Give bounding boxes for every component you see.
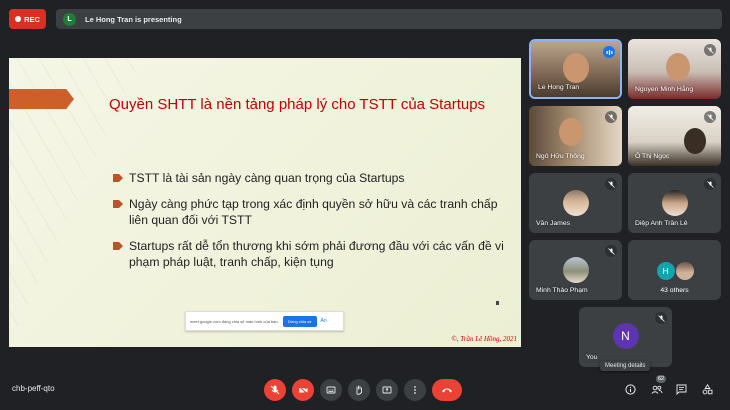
participant-tile[interactable]: Ô Thị Ngọc xyxy=(628,106,721,166)
meeting-details-button[interactable] xyxy=(622,381,639,398)
stop-sharing-button[interactable]: Dừng chia sẻ xyxy=(282,315,317,327)
bullet-arrow-icon xyxy=(113,242,123,250)
more-options-button[interactable] xyxy=(404,379,426,401)
participant-tile[interactable]: Minh Thảo Phạm xyxy=(529,240,622,300)
speaking-indicator-icon xyxy=(603,46,615,58)
mic-off-icon xyxy=(655,312,667,324)
participant-tile[interactable]: Nguyen Minh Hằng xyxy=(628,39,721,99)
captions-button[interactable] xyxy=(320,379,342,401)
self-label: You xyxy=(586,354,598,361)
camera-toggle-button[interactable] xyxy=(292,379,314,401)
others-avatar-photo xyxy=(675,262,694,280)
bullet-text: Ngày càng phức tạp trong xác định quyền … xyxy=(129,197,498,227)
others-avatars: H xyxy=(656,262,694,280)
bullet-text: Startups rất dễ tổn thương khi sớm phải … xyxy=(129,239,504,269)
presenting-banner[interactable]: L Le Hong Tran is presenting xyxy=(56,9,722,29)
presentation-slide: Quyền SHTT là nền tảng pháp lý cho TSTT … xyxy=(9,58,521,347)
people-count-badge: 62 xyxy=(656,375,667,383)
participant-tile[interactable]: Ngô Hữu Thông xyxy=(529,106,622,166)
participant-avatar xyxy=(661,190,688,216)
mic-off-icon xyxy=(605,245,617,257)
slide-bullet: TSTT là tài sản ngày càng quan trọng của… xyxy=(113,170,513,186)
more-vert-icon xyxy=(414,386,416,394)
slide-arrow-shape xyxy=(9,89,74,109)
mic-off-icon xyxy=(704,178,716,190)
mouse-cursor-icon xyxy=(496,301,499,305)
bullet-text: TSTT là tài sản ngày càng quan trọng của… xyxy=(129,171,405,185)
bullet-arrow-icon xyxy=(113,174,123,182)
mic-off-icon xyxy=(270,385,280,395)
others-count-label: 43 others xyxy=(660,287,689,294)
participant-face xyxy=(559,118,583,146)
microphone-toggle-button[interactable] xyxy=(264,379,286,401)
participant-name: Le Hong Tran xyxy=(538,84,580,91)
presenting-text: Le Hong Tran is presenting xyxy=(85,14,182,24)
chat-icon xyxy=(676,384,687,395)
share-bar-text: meet.google.com đang chia sẻ màn hình củ… xyxy=(190,318,279,324)
present-screen-icon xyxy=(382,386,392,394)
leave-call-button[interactable] xyxy=(432,379,462,401)
participant-name: Nguyen Minh Hằng xyxy=(635,86,694,93)
bottom-control-bar: chb-peff-qto xyxy=(0,372,730,410)
participant-name: Văn James xyxy=(536,220,571,227)
slide-bullet-list: TSTT là tài sản ngày càng quan trọng của… xyxy=(113,170,513,280)
activities-button[interactable] xyxy=(699,381,716,398)
slide-bullet: Startups rất dễ tổn thương khi sớm phải … xyxy=(113,238,513,270)
mic-off-icon xyxy=(704,44,716,56)
others-tile[interactable]: H 43 others xyxy=(628,240,721,300)
activities-icon xyxy=(702,384,713,395)
mic-off-icon xyxy=(605,178,617,190)
participant-name: Minh Thảo Phạm xyxy=(536,287,588,294)
mic-off-icon xyxy=(605,111,617,123)
others-avatar-initial: H xyxy=(656,262,675,280)
participant-face xyxy=(666,53,690,81)
hand-icon xyxy=(356,385,362,395)
participant-avatar xyxy=(562,257,589,283)
people-button[interactable] xyxy=(648,381,665,398)
mic-off-icon xyxy=(704,111,716,123)
people-icon xyxy=(650,385,663,394)
self-avatar: N xyxy=(612,323,639,349)
chat-button[interactable] xyxy=(673,381,690,398)
participant-avatar xyxy=(562,190,589,216)
raise-hand-button[interactable] xyxy=(348,379,370,401)
participant-tile[interactable]: Văn James xyxy=(529,173,622,233)
present-now-button[interactable] xyxy=(376,379,398,401)
screen-share-bar: meet.google.com đang chia sẻ màn hình củ… xyxy=(185,311,344,331)
meeting-code: chb-peff-qto xyxy=(12,384,55,393)
top-bar: REC L Le Hong Tran is presenting xyxy=(0,0,730,36)
participant-tile[interactable]: Diệp Anh Trần Lê xyxy=(628,173,721,233)
participant-name: Ô Thị Ngọc xyxy=(635,153,670,160)
presenter-avatar: L xyxy=(63,12,76,26)
hang-up-icon xyxy=(442,388,452,393)
slide-bullet: Ngày càng phức tạp trong xác định quyền … xyxy=(113,196,513,228)
participant-face xyxy=(684,128,706,154)
participant-name: Ngô Hữu Thông xyxy=(536,153,585,160)
recording-badge: REC xyxy=(9,9,46,29)
self-tile[interactable]: N You xyxy=(579,307,672,367)
participant-name: Diệp Anh Trần Lê xyxy=(635,220,688,227)
slide-copyright: ©, Trần Lê Hồng, 2021 xyxy=(451,335,517,343)
participant-face xyxy=(563,53,589,83)
participant-tile[interactable]: Le Hong Tran xyxy=(529,39,622,99)
hide-share-bar-button[interactable]: Ẩn xyxy=(321,318,327,324)
record-dot-icon xyxy=(15,16,22,22)
recording-label: REC xyxy=(24,14,40,24)
bullet-arrow-icon xyxy=(113,200,123,208)
info-icon xyxy=(625,384,636,395)
captions-icon xyxy=(326,386,336,394)
slide-title: Quyền SHTT là nền tảng pháp lý cho TSTT … xyxy=(109,96,486,113)
camera-off-icon xyxy=(298,385,308,395)
meeting-details-tooltip: Meeting details xyxy=(600,361,651,371)
